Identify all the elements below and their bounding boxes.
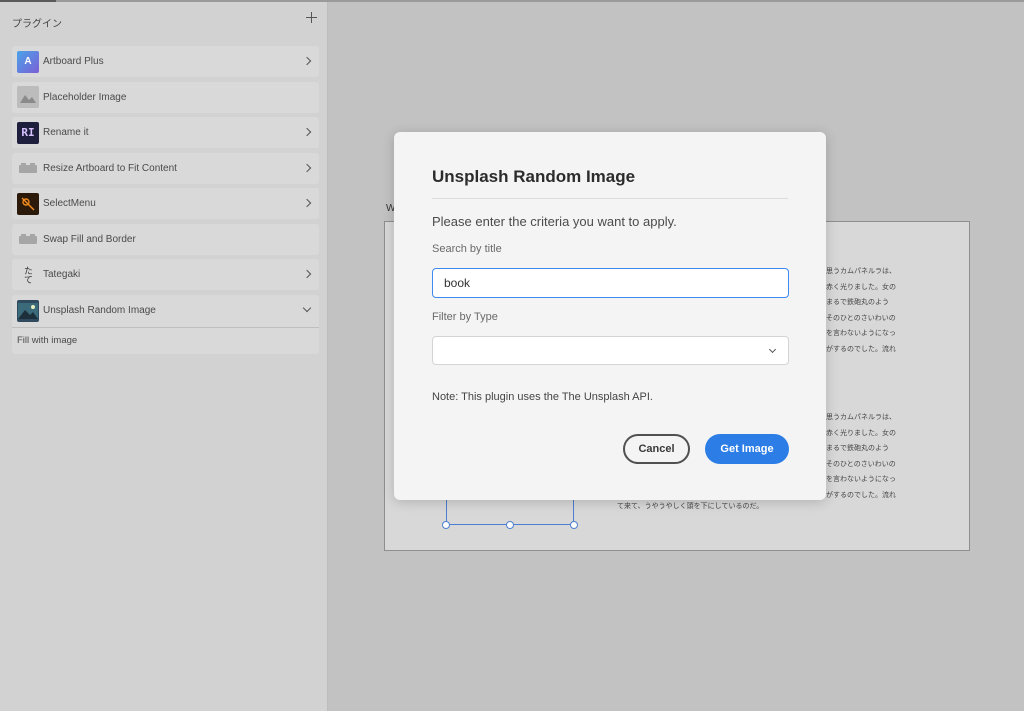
filter-type-select[interactable]	[432, 336, 789, 365]
chevron-right-icon	[302, 163, 312, 172]
chevron-right-icon	[302, 198, 312, 208]
filter-label: Filter by Type	[432, 311, 498, 323]
plugins-panel-title: プラグイン	[12, 19, 62, 30]
plugins-panel-header: プラグイン	[12, 12, 320, 30]
unsplash-dialog: Unsplash Random Image Please enter the c…	[394, 132, 826, 500]
cancel-button[interactable]: Cancel	[623, 434, 690, 464]
tategaki-icon: たて	[23, 265, 33, 284]
text-line: 思うカムパネルラは、	[826, 268, 896, 275]
rename-it-icon: RI	[17, 121, 39, 144]
plugin-label: SelectMenu	[43, 198, 96, 209]
add-plugin-icon[interactable]	[304, 10, 320, 26]
chevron-down-icon	[302, 303, 312, 312]
text-block-1: 思うカムパネルラは、 赤く光りました。女の まるで鉄砲丸のよう そのひとのさいわ…	[826, 264, 896, 357]
chevron-right-icon	[302, 56, 312, 66]
dialog-divider	[432, 198, 788, 199]
submenu-item-fill-with-image[interactable]: Fill with image	[17, 335, 77, 346]
plugin-label: Artboard Plus	[43, 56, 104, 67]
dialog-description: Please enter the criteria you want to ap…	[432, 214, 677, 229]
plugin-item-swap-fill-border[interactable]: Swap Fill and Border	[12, 223, 319, 255]
get-image-button[interactable]: Get Image	[705, 434, 789, 464]
plugin-label: Rename it	[43, 127, 89, 138]
plugin-label: Resize Artboard to Fit Content	[43, 162, 177, 174]
artboard-plus-icon: A	[17, 50, 39, 73]
plugin-item-artboard-plus[interactable]: A Artboard Plus	[12, 46, 319, 77]
resize-handle-bottom-center[interactable]	[506, 521, 514, 529]
text-block-2: 思うカムパネルラは、 赤く光りました。女の まるで鉄砲丸のよう そのひとのさいわ…	[826, 410, 896, 503]
text-block-tail: て来て、うやうやしく頭を下にしているのだ。	[617, 503, 764, 510]
text-line: そのひとのさいわいの	[826, 460, 896, 468]
text-line: まるで鉄砲丸のよう	[826, 299, 889, 306]
text-line: がするのでした。流れ	[826, 345, 896, 353]
selectmenu-icon	[17, 192, 39, 215]
plugin-label: Swap Fill and Border	[43, 233, 136, 245]
plugin-list: A Artboard Plus Placeholder Image RI Ren…	[12, 46, 319, 354]
plugins-panel: プラグイン A Artboard Plus Placeholder Image …	[0, 2, 328, 711]
plugin-item-rename-it[interactable]: RI Rename it	[12, 117, 319, 148]
chevron-down-icon	[768, 345, 777, 354]
plugin-item-selectmenu[interactable]: SelectMenu	[12, 188, 319, 219]
plugin-item-unsplash[interactable]: Unsplash Random Image	[12, 294, 319, 327]
resize-handle-bottom-right[interactable]	[570, 521, 578, 529]
unsplash-icon	[17, 299, 39, 322]
plugin-label: Tategaki	[43, 269, 81, 280]
text-line: そのひとのさいわいの	[826, 314, 896, 322]
plugin-block-icon	[17, 228, 39, 250]
resize-handle-bottom-left[interactable]	[442, 521, 450, 529]
plugin-label: Placeholder Image	[43, 91, 127, 103]
plugin-item-tategaki[interactable]: たて Tategaki	[12, 259, 319, 290]
dialog-title: Unsplash Random Image	[432, 167, 636, 186]
text-line: 思うカムパネルラは、	[826, 414, 896, 421]
plugin-item-placeholder-image[interactable]: Placeholder Image	[12, 81, 319, 113]
placeholder-image-icon	[17, 86, 39, 108]
plugin-label: Unsplash Random Image	[43, 305, 156, 316]
text-line: を言わないようになっ	[826, 330, 896, 337]
text-line: を言わないようになっ	[826, 476, 896, 483]
chevron-right-icon	[302, 269, 312, 279]
text-line: 赤く光りました。女の	[826, 283, 896, 291]
text-line: 赤く光りました。女の	[826, 429, 896, 437]
search-input[interactable]	[432, 268, 789, 298]
text-line: がするのでした。流れ	[826, 491, 896, 499]
text-line: まるで鉄砲丸のよう	[826, 445, 889, 452]
plugin-submenu: Fill with image	[12, 326, 319, 354]
plugin-block-icon	[17, 157, 39, 179]
api-note: Note: This plugin uses the The Unsplash …	[432, 391, 653, 403]
chevron-right-icon	[302, 127, 312, 137]
search-label: Search by title	[432, 243, 502, 255]
plugin-item-resize-artboard[interactable]: Resize Artboard to Fit Content	[12, 152, 319, 184]
